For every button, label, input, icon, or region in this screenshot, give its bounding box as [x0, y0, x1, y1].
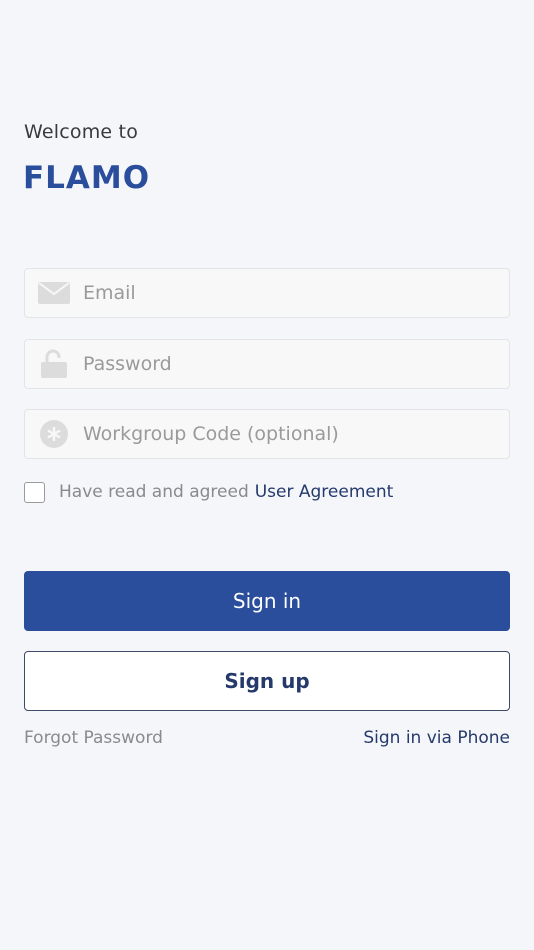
agreement-row: Have read and agreed User Agreement	[24, 480, 393, 504]
forgot-password-link[interactable]: Forgot Password	[24, 728, 163, 748]
password-input[interactable]	[83, 340, 493, 388]
sign-up-button[interactable]: Sign up	[24, 651, 510, 711]
password-field[interactable]	[24, 339, 510, 389]
sign-in-phone-link[interactable]: Sign in via Phone	[363, 728, 510, 748]
email-input[interactable]	[83, 269, 493, 317]
lock-icon	[38, 349, 70, 378]
asterisk-icon	[38, 420, 70, 448]
sign-in-button[interactable]: Sign in	[24, 571, 510, 631]
workgroup-input[interactable]	[83, 410, 493, 458]
workgroup-field[interactable]	[24, 409, 510, 459]
email-field[interactable]	[24, 268, 510, 318]
user-agreement-link[interactable]: User Agreement	[255, 482, 394, 502]
agreement-text: Have read and agreed	[59, 482, 249, 502]
welcome-text: Welcome to	[24, 121, 139, 143]
agreement-checkbox[interactable]	[24, 481, 45, 503]
mail-icon	[38, 279, 70, 307]
brand-logo-text: FLAMO	[23, 160, 151, 196]
